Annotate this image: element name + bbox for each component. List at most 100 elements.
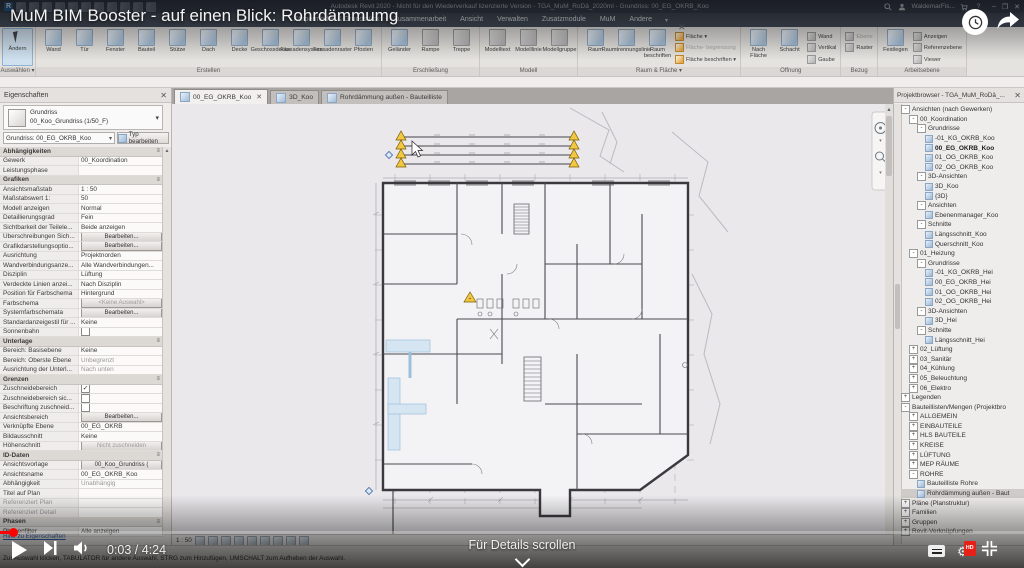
ribbon-tab-andere[interactable]: Andere: [622, 13, 659, 27]
tree-item[interactable]: +HLS BAUTEILE: [901, 431, 1024, 441]
tree-item[interactable]: -00_Koordination: [901, 115, 1024, 125]
constraints-icon[interactable]: [299, 536, 309, 546]
tool-fläche-begrenzung[interactable]: Fläche- begrenzung: [675, 43, 736, 55]
tree-expander-icon[interactable]: -: [901, 105, 910, 114]
tree-expander-icon[interactable]: +: [909, 451, 918, 460]
property-row[interactable]: Referenziert Detail: [0, 508, 164, 518]
tree-item[interactable]: 3D_Hei: [901, 316, 1024, 326]
tool-schacht[interactable]: Schacht: [774, 28, 805, 66]
property-row[interactable]: Gewerk00_Koordination: [0, 157, 164, 167]
canvas-scrollbar[interactable]: ▲: [885, 104, 893, 534]
tree-expander-icon[interactable]: -: [909, 470, 918, 479]
property-checkbox[interactable]: ✓: [81, 385, 90, 394]
crop-view-icon[interactable]: [247, 536, 257, 546]
tree-item[interactable]: 02_OG_OKRB_Koo: [901, 163, 1024, 173]
property-value[interactable]: Keine: [78, 432, 164, 441]
tree-item[interactable]: -01_KG_OKRB_Koo: [901, 134, 1024, 144]
tree-expander-icon[interactable]: +: [909, 364, 918, 373]
property-value[interactable]: Nach unten: [78, 366, 164, 375]
property-row[interactable]: Beschriftung zuschneid...: [0, 404, 164, 414]
tree-item[interactable]: -01_Heizung: [901, 249, 1024, 259]
property-row[interactable]: BildausschnittKeine: [0, 432, 164, 442]
property-button[interactable]: Bearbeiten...: [81, 233, 162, 242]
share-icon[interactable]: [996, 11, 1020, 36]
tree-item[interactable]: +02_Lüftung: [901, 345, 1024, 355]
settings-gear-icon[interactable]: ⚙HD: [957, 545, 969, 558]
ribbon-tab-mum[interactable]: MuM: [593, 13, 623, 27]
tree-item[interactable]: +EINBAUTEILE: [901, 422, 1024, 432]
property-row[interactable]: Sonnenbahn: [0, 328, 164, 338]
element-filter-dropdown[interactable]: Grundriss: 00_EG_OKRB_Koo▾: [3, 132, 115, 144]
video-progress-knob[interactable]: [9, 528, 18, 537]
property-value[interactable]: [78, 404, 164, 413]
property-value[interactable]: Keine: [78, 347, 164, 356]
cart-icon[interactable]: [960, 2, 969, 11]
tree-item[interactable]: 01_OG_OKRB_Koo: [901, 153, 1024, 163]
property-row[interactable]: Grafikdarstellungsoptio...Bearbeiten...: [0, 242, 164, 252]
property-value[interactable]: 1 : 50: [78, 185, 164, 194]
property-row[interactable]: HöhenschnittNicht zuschneiden: [0, 442, 164, 452]
subtitles-icon[interactable]: [928, 545, 945, 557]
property-value[interactable]: 00_Koo_Grundriss (: [78, 461, 164, 470]
restore-button[interactable]: ❐: [1002, 3, 1008, 11]
tree-item[interactable]: +ALLGEMEIN: [901, 412, 1024, 422]
tool-ebene[interactable]: Ebene: [845, 31, 872, 43]
tree-item[interactable]: -01_KG_OKRB_Hei: [901, 268, 1024, 278]
tree-item[interactable]: +KREISE: [901, 441, 1024, 451]
fullscreen-icon[interactable]: [981, 540, 998, 562]
property-row[interactable]: Zuschneidebereich sic...: [0, 394, 164, 404]
video-title[interactable]: MuM BIM Booster - auf einen Blick: Rohrd…: [10, 6, 398, 26]
tool-vertikal[interactable]: Vertikal: [807, 43, 836, 55]
tree-item[interactable]: Ebenenmanager_Koo: [901, 211, 1024, 221]
property-section[interactable]: Abhängigkeiten≡: [0, 147, 164, 157]
ribbon-tab-zusatzmodule[interactable]: Zusatzmodule: [535, 13, 593, 27]
property-value[interactable]: Unbegrenzt: [78, 356, 164, 365]
tool-treppe[interactable]: Treppe: [446, 28, 477, 66]
tree-expander-icon[interactable]: +: [909, 345, 918, 354]
tree-item[interactable]: +MEP RÄUME: [901, 460, 1024, 470]
property-value[interactable]: Beide anzeigen: [78, 223, 164, 232]
tree-expander-icon[interactable]: +: [901, 393, 910, 402]
tree-item[interactable]: Längsschnitt_Koo: [901, 230, 1024, 240]
property-value[interactable]: 00_Koordination: [78, 157, 164, 166]
tree-item[interactable]: -3D-Ansichten: [901, 172, 1024, 182]
property-value[interactable]: [78, 328, 164, 337]
tool-ändern[interactable]: Ändern: [2, 28, 33, 66]
tree-expander-icon[interactable]: -: [909, 249, 918, 258]
type-selector[interactable]: Grundriss 00_Koo_Grundriss (1/50_F) ▾: [3, 105, 163, 130]
property-row[interactable]: Leistungsphase: [0, 166, 164, 176]
tree-item[interactable]: Rohrdämmung außen - Baut: [901, 489, 1024, 499]
tree-item[interactable]: +LÜFTUNG: [901, 450, 1024, 460]
property-section[interactable]: Phasen≡: [0, 518, 164, 528]
property-value[interactable]: ✓: [78, 385, 164, 394]
show-crop-icon[interactable]: [260, 536, 270, 546]
tool-gaube[interactable]: Gaube: [807, 54, 836, 66]
tree-item[interactable]: +Gruppen: [901, 518, 1024, 528]
play-button[interactable]: [12, 541, 27, 559]
property-row[interactable]: DetaillierungsgradFein: [0, 214, 164, 224]
tree-item[interactable]: Längsschnitt_Hei: [901, 335, 1024, 345]
property-value[interactable]: Hintergrund: [78, 290, 164, 299]
property-row[interactable]: Ansichtsmaßstab1 : 50: [0, 185, 164, 195]
pipe-warning-icons[interactable]: [396, 131, 579, 167]
tree-item[interactable]: 01_OG_OKRB_Hei: [901, 287, 1024, 297]
ribbon-tab-verwalten[interactable]: Verwalten: [490, 13, 535, 27]
tree-item[interactable]: -Schnitte: [901, 220, 1024, 230]
tree-expander-icon[interactable]: +: [901, 499, 910, 508]
property-row[interactable]: SystemfarbschemataBearbeiten...: [0, 309, 164, 319]
tool-modelltext[interactable]: Modelltext: [482, 28, 513, 66]
property-checkbox[interactable]: [81, 328, 90, 337]
volume-icon[interactable]: [73, 540, 91, 561]
tool-raum-beschriften[interactable]: Raum beschriften: [642, 28, 673, 66]
tool-stütze[interactable]: Stütze: [162, 28, 193, 66]
minimize-button[interactable]: –: [992, 3, 996, 11]
property-row[interactable]: Bereich: Oberste EbeneUnbegrenzt: [0, 356, 164, 366]
tree-item[interactable]: Querschnitt_Koo: [901, 239, 1024, 249]
edit-type-button[interactable]: Typ bearbeiten: [117, 132, 169, 144]
property-value[interactable]: [78, 508, 164, 517]
tool-raumtrennungslinie[interactable]: Raumtrennungslinie: [611, 28, 642, 66]
detail-level-icon[interactable]: [195, 536, 205, 546]
section-collapse-icon[interactable]: ≡: [156, 376, 160, 382]
property-button[interactable]: Nicht zuschneiden: [81, 442, 162, 451]
tool-bauteil[interactable]: Bauteil: [131, 28, 162, 66]
